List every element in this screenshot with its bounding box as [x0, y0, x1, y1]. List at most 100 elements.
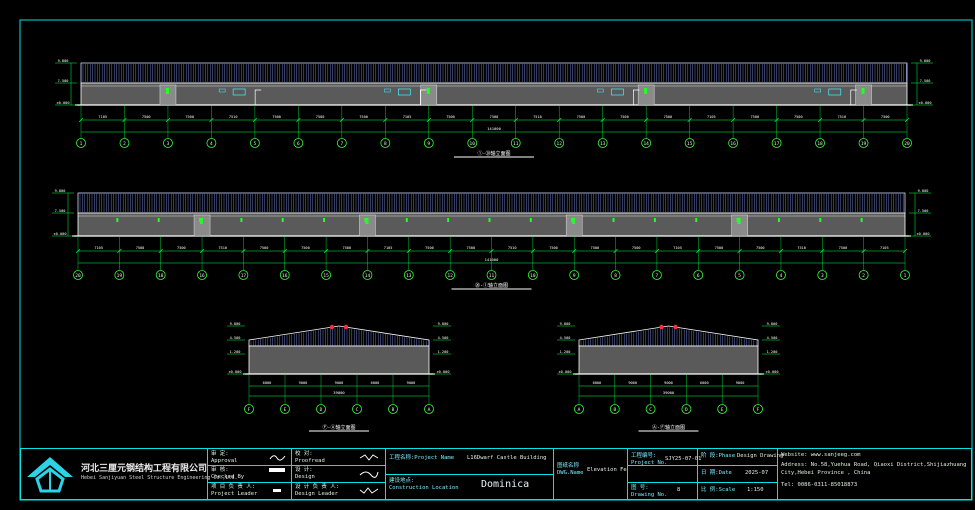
axis-label: 1	[80, 141, 83, 147]
axis-label: E	[721, 407, 724, 413]
bay-dimension: 7510	[797, 246, 806, 250]
post-marker	[116, 218, 119, 222]
title-block: 河北三厘元钢结构工程有限公司 Hebei Sanjiyuan Steel Str…	[20, 448, 972, 500]
post-marker	[199, 218, 202, 222]
axis-label: 20	[904, 141, 910, 147]
bay-dimension: 9000	[628, 381, 637, 385]
company-logo-icon	[27, 457, 73, 493]
door-marker	[861, 88, 865, 94]
dwg-name-label: 图纸名称 DWG.Name	[557, 463, 584, 476]
level-text: 9.800	[55, 189, 66, 193]
axis-label: 18	[158, 273, 164, 279]
bay-dimension: 7510	[218, 246, 227, 250]
axis-label: 19	[117, 273, 123, 279]
bay-dimension: 7500	[316, 115, 325, 119]
phase-value: Design Drawing	[737, 453, 784, 459]
level-text: ±0.000	[229, 370, 242, 374]
axis-label: D	[320, 407, 323, 413]
ridge-vent-marker	[673, 324, 678, 330]
post-marker	[612, 218, 615, 222]
address-line-2: City,Hebei Province , China	[781, 470, 871, 476]
gable-outline	[578, 325, 759, 347]
axis-label: A	[578, 407, 581, 413]
bay-dimension: 7500	[301, 246, 310, 250]
bay-dimension: 7500	[577, 115, 586, 119]
axis-label: 8	[384, 141, 387, 147]
gable-wall	[248, 345, 430, 375]
approval-label: 审 定: Approval	[211, 451, 238, 464]
bay-dimension: 7500	[839, 246, 848, 250]
bay-dimension: 7500	[446, 115, 455, 119]
bay-dimension: 7500	[591, 246, 600, 250]
axis-label: 8	[614, 273, 617, 279]
bay-dimension: 7500	[260, 246, 269, 250]
signature-icon	[359, 471, 379, 478]
bay-dimension: 7105	[384, 246, 393, 250]
axis-label: 6	[697, 273, 700, 279]
axis-label: D	[685, 407, 688, 413]
bay-dimension: 7510	[508, 246, 517, 250]
bay-dimension: 7105	[673, 246, 682, 250]
axis-label: 11	[513, 141, 519, 147]
ridge-vent-marker	[343, 324, 349, 330]
total-dimension: 39000	[663, 390, 675, 395]
post-marker	[323, 218, 326, 222]
location-value: Dominica	[481, 479, 530, 490]
ridge-vent-marker	[329, 324, 335, 330]
axis-label: 13	[406, 273, 412, 279]
axis-label: 11	[489, 273, 495, 279]
bay-dimension: 6000	[371, 381, 380, 385]
post-marker	[488, 218, 491, 222]
gable-wall	[578, 345, 759, 375]
view-title: Ⓐ-Ⓕ轴立面图	[652, 424, 685, 431]
bay-dimension: 6000	[700, 381, 709, 385]
axis-label: 15	[687, 141, 693, 147]
bay-dimension: 9000	[736, 381, 745, 385]
axis-label: 5	[254, 141, 257, 147]
post-marker	[653, 218, 656, 222]
level-text: ±0.000	[54, 232, 67, 236]
proofread-label: 校 对: Proofread	[295, 451, 325, 464]
axis-label: 7	[656, 273, 659, 279]
post-marker	[281, 218, 284, 222]
axis-label: 19	[861, 141, 867, 147]
post-marker	[529, 218, 532, 222]
bay-dimension: 7510	[837, 115, 846, 119]
level-text: 7.500	[918, 209, 929, 213]
axis-label: C	[649, 407, 652, 413]
axis-label: 16	[282, 273, 288, 279]
level-text: 4.500	[767, 336, 778, 340]
post-marker	[571, 218, 574, 222]
post-marker	[777, 218, 780, 222]
bay-dimension: 7510	[533, 115, 542, 119]
axis-label: 16	[199, 273, 205, 279]
axis-label: 12	[447, 273, 453, 279]
axis-label: 18	[817, 141, 823, 147]
axis-label: 16	[730, 141, 736, 147]
bay-dimension: 7500	[549, 246, 558, 250]
address-line-1: Address: No.58,Yuehua Road, Qiaoxi Distr…	[781, 462, 967, 468]
date-value: 2025-07	[745, 470, 769, 476]
axis-label: 13	[600, 141, 606, 147]
bay-dimension: 7500	[715, 246, 724, 250]
stamp	[269, 468, 285, 472]
axis-label: 2	[862, 273, 865, 279]
level-text: 9.800	[918, 189, 929, 193]
axis-label: 2	[123, 141, 126, 147]
post-marker	[447, 218, 450, 222]
post-marker	[364, 218, 367, 222]
wall	[80, 82, 908, 106]
divider	[627, 449, 628, 499]
gable-elevation-left: F E D C B A 6000 9000 9000 6000 9000 39000 Ⓕ-Ⓐ轴立面图 9.…	[227, 322, 451, 432]
bay-dimension: 7500	[136, 246, 145, 250]
bay-dimension: 7500	[620, 115, 629, 119]
cad-drawing: 1 2 3 4 5 6 7 8 9 10 11 12 13 14 15 16 17 18 19 207105 7500 7…	[19, 19, 973, 501]
gable-elevation-right: A B C D E F 6000 9000 9000 6000 9000 39000 Ⓐ-Ⓕ轴立面图 9.…	[557, 322, 780, 432]
signature-icon	[269, 455, 286, 461]
axis-label: 3	[821, 273, 824, 279]
bay-dimension: 9000	[299, 381, 308, 385]
axis-label: 20	[75, 273, 81, 279]
bay-dimension: 7500	[177, 246, 186, 250]
axis-label: 14	[365, 273, 371, 279]
axis-label: 5	[738, 273, 741, 279]
